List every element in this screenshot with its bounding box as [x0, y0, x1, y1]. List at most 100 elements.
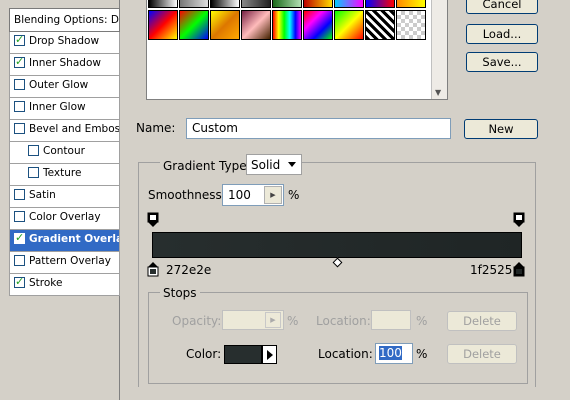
chevron-down-icon [288, 162, 296, 167]
color-menu-arrow-icon[interactable] [262, 345, 277, 364]
style-item-label: Texture [43, 167, 82, 179]
color-location-input[interactable]: 100 [375, 343, 413, 364]
style-item-label: Outer Glow [29, 79, 89, 91]
opacity-location-label: Location: [316, 314, 371, 328]
checkbox[interactable] [28, 145, 39, 156]
layer-style-list: Blending Options: Default Drop Shadow Inn… [0, 0, 120, 400]
checkbox[interactable] [14, 211, 25, 222]
style-item-label: Stroke [29, 277, 63, 289]
style-item[interactable]: Pattern Overlay [9, 252, 120, 274]
checkbox[interactable] [14, 255, 25, 266]
color-stop-left[interactable] [147, 262, 159, 277]
preset-swatch-grid [148, 0, 432, 42]
opacity-unit: % [287, 314, 299, 328]
style-item-label: Bevel and Emboss [29, 123, 120, 135]
style-item[interactable]: Inner Shadow [9, 54, 120, 76]
checkbox[interactable] [14, 101, 25, 112]
gradient-preset-swatch[interactable] [210, 0, 240, 8]
gradient-preset-swatch[interactable] [334, 0, 364, 8]
opacity-stop-left[interactable] [147, 212, 159, 228]
style-item-label: Drop Shadow [29, 35, 100, 47]
opacity-location-input[interactable] [371, 310, 411, 330]
checkbox[interactable] [14, 275, 25, 288]
gradient-preset-swatch[interactable] [303, 0, 333, 8]
gradient-preset-swatch[interactable] [303, 10, 333, 40]
checkbox[interactable] [14, 55, 25, 68]
slider-arrow-icon[interactable]: ▶ [264, 186, 282, 204]
style-item-label: Color Overlay [29, 211, 101, 223]
smoothness-input[interactable]: 100 ▶ [222, 184, 284, 206]
style-item[interactable]: Stroke [9, 274, 120, 296]
gradient-preset-swatch[interactable] [210, 10, 240, 40]
opacity-input[interactable]: ▶ [222, 310, 284, 330]
checkbox[interactable] [28, 167, 39, 178]
gradient-type-select[interactable]: Solid [246, 154, 302, 175]
checkbox[interactable] [14, 123, 25, 134]
save-button[interactable]: Save... [466, 52, 538, 72]
style-item[interactable]: Texture [9, 164, 120, 186]
style-item-label: Pattern Overlay [29, 255, 111, 267]
gradient-preset-swatch[interactable] [365, 0, 395, 8]
gradient-preset-swatch[interactable] [334, 10, 364, 40]
left-stop-color-label: 272e2e [166, 263, 212, 277]
gradient-preset-swatch[interactable] [396, 10, 426, 40]
gradient-editor-panel: ▼ Cancel Load... Save... Name: Custom Ne… [120, 0, 570, 400]
checkbox[interactable] [14, 79, 25, 90]
name-input[interactable]: Custom [186, 118, 451, 139]
slider-arrow-icon[interactable]: ▶ [265, 312, 281, 328]
presets-scrollbar[interactable]: ▼ [431, 0, 447, 99]
style-item-label: Satin [29, 189, 56, 201]
gradient-type-value: Solid [251, 158, 281, 172]
style-item[interactable]: Outer Glow [9, 76, 120, 98]
style-item[interactable]: Bevel and Emboss [9, 120, 120, 142]
cancel-button[interactable]: Cancel [466, 0, 538, 14]
scroll-down-icon[interactable]: ▼ [435, 88, 441, 97]
gradient-preset-swatch[interactable] [241, 10, 271, 40]
style-item[interactable]: Drop Shadow [9, 32, 120, 54]
gradient-type-label: Gradient Type: [160, 159, 254, 173]
style-item[interactable]: Inner Glow [9, 98, 120, 120]
gradient-preset-swatch[interactable] [272, 10, 302, 40]
stop-color-swatch[interactable] [224, 345, 262, 364]
smoothness-value: 100 [228, 188, 251, 202]
gradient-preset-swatch[interactable] [396, 0, 426, 8]
smoothness-label: Smoothness: [148, 188, 226, 202]
color-location-label: Location: [318, 347, 373, 361]
checkbox[interactable] [14, 231, 25, 244]
gradient-preset-swatch[interactable] [179, 0, 209, 8]
gradient-preview-bar[interactable] [152, 232, 522, 258]
opacity-label: Opacity: [172, 314, 222, 328]
smoothness-unit: % [288, 188, 300, 202]
load-button[interactable]: Load... [466, 24, 538, 44]
blending-options-item[interactable]: Blending Options: Default [9, 8, 120, 32]
color-location-unit: % [416, 347, 428, 361]
right-stop-color-label: 1f2525 [470, 263, 513, 277]
style-item-label: Inner Shadow [29, 57, 101, 69]
gradient-preset-swatch[interactable] [272, 0, 302, 8]
color-location-value: 100 [379, 346, 402, 360]
delete-color-stop-button[interactable]: Delete [447, 344, 517, 364]
delete-opacity-stop-button[interactable]: Delete [447, 311, 517, 331]
name-label: Name: [136, 121, 176, 135]
gradient-preset-swatch[interactable] [365, 10, 395, 40]
style-item[interactable]: Gradient Overlay [9, 230, 120, 252]
checkbox[interactable] [14, 33, 25, 46]
gradient-presets: ▼ [146, 0, 448, 100]
opacity-location-unit: % [416, 314, 428, 328]
gradient-preset-swatch[interactable] [148, 10, 178, 40]
style-item[interactable]: Color Overlay [9, 208, 120, 230]
color-stop-right[interactable] [513, 262, 525, 277]
gradient-preset-swatch[interactable] [148, 0, 178, 8]
new-button[interactable]: New [464, 119, 538, 139]
style-item[interactable]: Satin [9, 186, 120, 208]
gradient-preset-swatch[interactable] [241, 0, 271, 8]
checkbox[interactable] [14, 189, 25, 200]
color-label: Color: [186, 347, 222, 361]
gradient-preset-swatch[interactable] [179, 10, 209, 40]
opacity-stop-right[interactable] [513, 212, 525, 228]
stops-title: Stops [160, 286, 200, 300]
style-item-label: Inner Glow [29, 101, 86, 113]
stops-group-frame [148, 292, 528, 384]
style-item-label: Contour [43, 145, 85, 157]
style-item[interactable]: Contour [9, 142, 120, 164]
